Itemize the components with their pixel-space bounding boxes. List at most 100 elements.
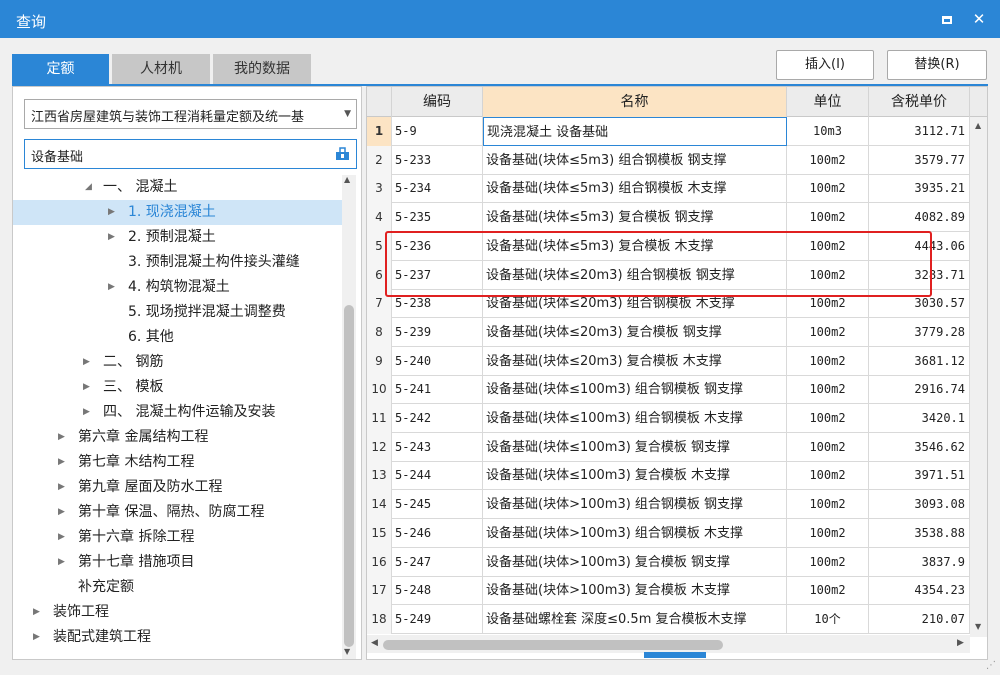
code-cell[interactable]: 5-239	[392, 317, 483, 347]
table-row[interactable]: 5 5-236 设备基础(块体≤5m3) 复合模板 木支撑 100m2 4443.06	[367, 231, 987, 261]
name-cell[interactable]: 设备基础(块体>100m3) 组合钢模板 钢支撑	[483, 490, 787, 520]
tree-node[interactable]: ▶ 第十六章 拆除工程	[13, 525, 343, 550]
row-number-cell[interactable]: 10	[367, 375, 392, 405]
price-cell[interactable]: 4082.89	[869, 203, 970, 233]
column-header-name[interactable]: 名称	[483, 87, 787, 117]
table-row[interactable]: 7 5-238 设备基础(块体≤20m3) 组合钢模板 木支撑 100m2 3030.5…	[367, 289, 987, 319]
grid-horizontal-scrollbar[interactable]: ◀ ▶	[367, 635, 970, 653]
code-cell[interactable]: 5-244	[392, 461, 483, 491]
table-row[interactable]: 12 5-243 设备基础(块体≤100m3) 复合模板 钢支撑 100m2 3546.…	[367, 432, 987, 462]
code-cell[interactable]: 5-247	[392, 547, 483, 577]
grid-vertical-scrollbar[interactable]: ▲ ▼	[970, 117, 987, 637]
unit-cell[interactable]: 100m2	[787, 231, 869, 261]
row-number-cell[interactable]: 18	[367, 604, 392, 634]
code-cell[interactable]: 5-249	[392, 604, 483, 634]
table-row[interactable]: 4 5-235 设备基础(块体≤5m3) 复合模板 钢支撑 100m2 4082.89	[367, 203, 987, 233]
expand-arrow-icon[interactable]: ▶	[58, 450, 65, 475]
search-input[interactable]: 设备基础	[24, 139, 357, 169]
table-row[interactable]: 15 5-246 设备基础(块体>100m3) 组合钢模板 木支撑 100m2 3538…	[367, 518, 987, 548]
price-cell[interactable]: 3935.21	[869, 174, 970, 204]
tree-node[interactable]: ◢ 一、 混凝土	[13, 175, 343, 200]
price-cell[interactable]: 4443.06	[869, 231, 970, 261]
price-cell[interactable]: 3420.1	[869, 404, 970, 433]
table-row[interactable]: 6 5-237 设备基础(块体≤20m3) 组合钢模板 钢支撑 100m2 3283.7…	[367, 260, 987, 290]
tree-node[interactable]: ▶ 第七章 木结构工程	[13, 450, 343, 475]
expand-arrow-icon[interactable]: ▶	[83, 350, 90, 375]
scroll-up-icon[interactable]: ▲	[975, 121, 981, 130]
name-cell[interactable]: 设备基础(块体≤5m3) 组合钢模板 钢支撑	[483, 145, 787, 175]
search-filter-icon[interactable]	[335, 147, 350, 161]
code-cell[interactable]: 5-233	[392, 145, 483, 175]
unit-cell[interactable]: 100m2	[787, 260, 869, 290]
code-cell[interactable]: 5-241	[392, 375, 483, 405]
row-number-cell[interactable]: 9	[367, 346, 392, 376]
name-cell[interactable]: 现浇混凝土 设备基础	[483, 117, 787, 146]
insert-button[interactable]: 插入(I)	[776, 50, 874, 80]
unit-cell[interactable]: 100m2	[787, 461, 869, 491]
tree-node[interactable]: 5. 现场搅拌混凝土调整费	[13, 300, 343, 325]
scroll-left-icon[interactable]: ◀	[371, 638, 378, 648]
tree-node-selected[interactable]: ▶ 1. 现浇混凝土	[13, 200, 343, 225]
scroll-up-icon[interactable]: ▲	[344, 175, 350, 184]
resize-grip-icon[interactable]: ⋰	[986, 660, 996, 671]
price-cell[interactable]: 3681.12	[869, 346, 970, 376]
code-cell[interactable]: 5-245	[392, 490, 483, 520]
table-row[interactable]: 9 5-240 设备基础(块体≤20m3) 复合模板 木支撑 100m2 3681.12	[367, 346, 987, 376]
table-row[interactable]: 10 5-241 设备基础(块体≤100m3) 组合钢模板 钢支撑 100m2 2916…	[367, 375, 987, 405]
name-cell[interactable]: 设备基础(块体>100m3) 复合模板 钢支撑	[483, 547, 787, 577]
code-cell[interactable]: 5-236	[392, 231, 483, 261]
price-cell[interactable]: 3837.9	[869, 547, 970, 577]
expand-arrow-icon[interactable]: ▶	[58, 425, 65, 450]
name-cell[interactable]: 设备基础(块体>100m3) 组合钢模板 木支撑	[483, 518, 787, 548]
price-cell[interactable]: 3093.08	[869, 490, 970, 520]
name-cell[interactable]: 设备基础(块体≤20m3) 组合钢模板 木支撑	[483, 289, 787, 319]
name-cell[interactable]: 设备基础(块体≤5m3) 复合模板 木支撑	[483, 231, 787, 261]
tree-node[interactable]: ▶ 装配式建筑工程	[13, 625, 343, 650]
row-number-cell[interactable]: 6	[367, 260, 392, 290]
unit-cell[interactable]: 100m2	[787, 518, 869, 548]
expand-arrow-icon[interactable]: ▶	[108, 200, 115, 225]
unit-cell[interactable]: 100m2	[787, 547, 869, 577]
tree-node[interactable]: ▶ 2. 预制混凝土	[13, 225, 343, 250]
expand-arrow-icon[interactable]: ▶	[108, 225, 115, 250]
expand-arrow-icon[interactable]: ▶	[108, 275, 115, 300]
name-cell[interactable]: 设备基础(块体≤100m3) 组合钢模板 钢支撑	[483, 375, 787, 405]
row-number-cell[interactable]: 15	[367, 518, 392, 548]
code-cell[interactable]: 5-248	[392, 576, 483, 606]
price-cell[interactable]: 3538.88	[869, 518, 970, 548]
price-cell[interactable]: 3546.62	[869, 432, 970, 462]
scroll-down-icon[interactable]: ▼	[975, 622, 981, 631]
name-cell[interactable]: 设备基础螺栓套 深度≤0.5m 复合模板木支撑	[483, 604, 787, 634]
library-select[interactable]: 江西省房屋建筑与装饰工程消耗量定额及统一基 ▼	[24, 99, 357, 129]
tab-quota[interactable]: 定额	[12, 54, 109, 84]
table-row[interactable]: 13 5-244 设备基础(块体≤100m3) 复合模板 木支撑 100m2 3971.…	[367, 461, 987, 491]
row-number-cell[interactable]: 14	[367, 490, 392, 520]
tree-node[interactable]: 补充定额	[13, 575, 343, 600]
column-header-code[interactable]: 编码	[392, 87, 483, 117]
row-number-cell[interactable]: 12	[367, 432, 392, 462]
name-cell[interactable]: 设备基础(块体≤20m3) 复合模板 钢支撑	[483, 317, 787, 347]
scroll-right-icon[interactable]: ▶	[957, 638, 964, 648]
table-row[interactable]: 16 5-247 设备基础(块体>100m3) 复合模板 钢支撑 100m2 3837.…	[367, 547, 987, 577]
price-cell[interactable]: 3779.28	[869, 317, 970, 347]
expand-arrow-icon[interactable]: ▶	[33, 625, 40, 650]
expand-arrow-icon[interactable]: ▶	[58, 525, 65, 550]
expand-arrow-icon[interactable]: ▶	[58, 475, 65, 500]
name-cell[interactable]: 设备基础(块体>100m3) 复合模板 木支撑	[483, 576, 787, 606]
name-cell[interactable]: 设备基础(块体≤100m3) 复合模板 钢支撑	[483, 432, 787, 462]
expand-arrow-icon[interactable]: ▶	[58, 500, 65, 525]
expand-arrow-icon[interactable]: ▶	[33, 600, 40, 625]
table-row[interactable]: 18 5-249 设备基础螺栓套 深度≤0.5m 复合模板木支撑 10个 210.07	[367, 604, 987, 634]
code-cell[interactable]: 5-235	[392, 203, 483, 233]
unit-cell[interactable]: 100m2	[787, 404, 869, 433]
unit-cell[interactable]: 100m2	[787, 289, 869, 319]
name-cell[interactable]: 设备基础(块体≤5m3) 组合钢模板 木支撑	[483, 174, 787, 204]
price-cell[interactable]: 210.07	[869, 604, 970, 634]
tree-node[interactable]: ▶ 第六章 金属结构工程	[13, 425, 343, 450]
unit-cell[interactable]: 100m2	[787, 576, 869, 606]
code-cell[interactable]: 5-243	[392, 432, 483, 462]
tree-scrollbar[interactable]: ▲ ▼	[342, 175, 356, 659]
unit-cell[interactable]: 100m2	[787, 317, 869, 347]
row-number-cell[interactable]: 5	[367, 231, 392, 261]
tree-scrollbar-thumb[interactable]	[344, 305, 354, 647]
